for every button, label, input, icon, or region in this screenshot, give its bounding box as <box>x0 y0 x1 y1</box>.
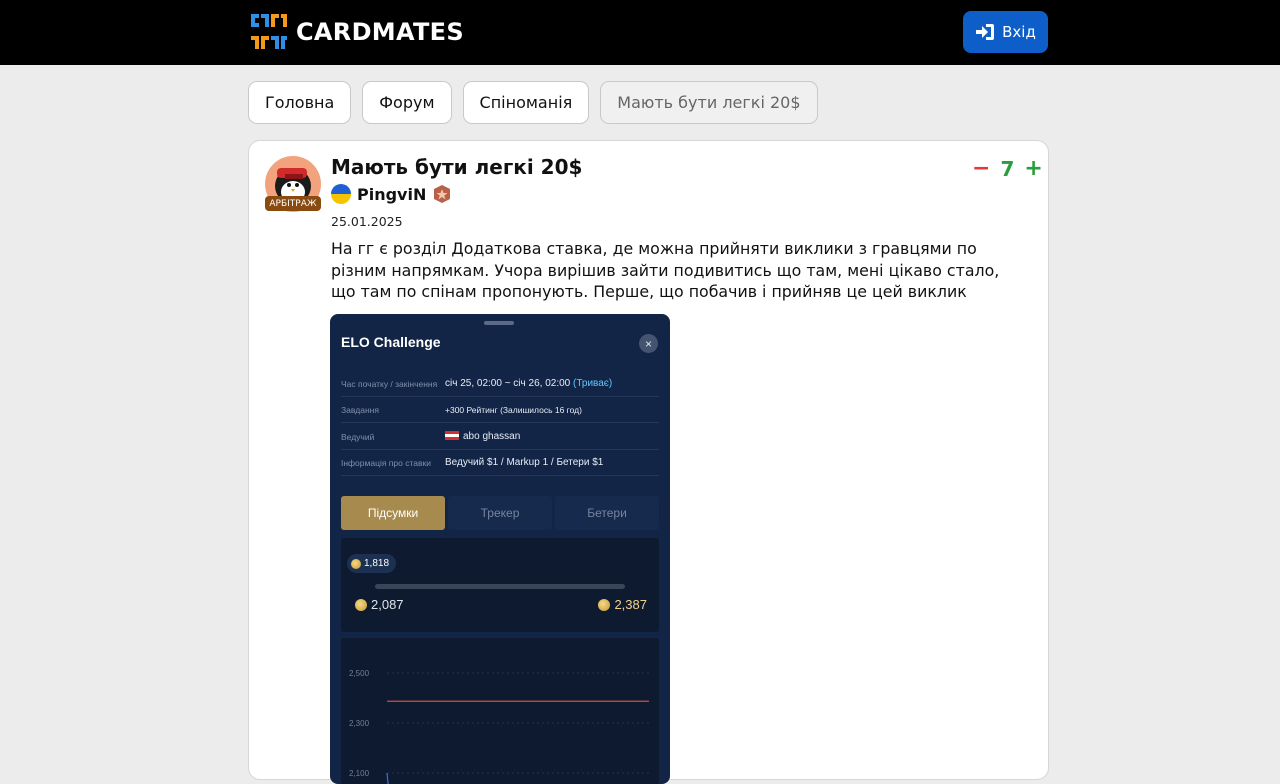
y-tick-label: 2,500 <box>349 669 370 678</box>
site-logo[interactable]: CARDMATES <box>248 10 464 54</box>
ukraine-flag-icon <box>331 184 351 204</box>
y-tick-label: 2,300 <box>349 719 370 728</box>
brand-name: CARDMATES <box>296 18 464 46</box>
coin-icon <box>351 558 361 569</box>
close-icon: × <box>639 334 658 353</box>
info-row: Ведучий abo ghassan <box>341 424 659 450</box>
screenshot-tabs: Підсумки Трекер Бетери <box>341 496 659 530</box>
sheet-handle <box>484 321 514 325</box>
rank-badge-icon <box>434 185 451 203</box>
info-label: Завдання <box>341 404 379 415</box>
rating-progress-bar <box>375 584 625 589</box>
rating-target: 2,387 <box>598 597 647 612</box>
info-label: Ведучий <box>341 431 375 442</box>
login-label: Вхід <box>1002 23 1036 41</box>
post-date: 25.01.2025 <box>331 214 403 229</box>
rating-chart: 2,500 2,300 2,100 <box>341 638 659 784</box>
post-author: PingviN <box>331 184 452 204</box>
coin-icon <box>355 598 367 611</box>
info-value-text: січ 25, 02:00 ~ січ 26, 02:00 <box>445 378 574 389</box>
tab-tracker: Трекер <box>448 496 552 530</box>
breadcrumb-home[interactable]: Головна <box>248 81 352 124</box>
info-value: січ 25, 02:00 ~ січ 26, 02:00 (Триває) <box>445 378 612 389</box>
rating-start-value: 2,087 <box>371 597 404 612</box>
challenge-title: ELO Challenge <box>341 334 441 350</box>
upvote-button[interactable]: + <box>1024 158 1042 180</box>
post-body: На гг є розділ Додаткова ставка, де можн… <box>331 239 1000 301</box>
logo-mark-icon <box>251 14 287 49</box>
y-tick-label: 2,100 <box>349 769 370 778</box>
info-value: Ведучий $1 / Markup 1 / Бетери $1 <box>445 457 604 468</box>
info-row: Інформація про ставки Ведучий $1 / Marku… <box>341 450 659 476</box>
status-badge: (Триває) <box>573 378 613 389</box>
info-row: Завдання +300 Рейтинг (Залишилось 16 год… <box>341 397 659 423</box>
coin-icon <box>598 598 611 611</box>
tab-summary: Підсумки <box>341 496 445 530</box>
breadcrumb-forum[interactable]: Форум <box>362 81 452 124</box>
info-value: abo ghassan <box>445 431 520 442</box>
rating-start: 2,087 <box>355 597 404 612</box>
current-rating: 1,818 <box>364 558 390 569</box>
post-card: АРБІТРАЖ Мають бути легкі 20$ PingviN 25… <box>248 140 1049 784</box>
login-button[interactable]: Вхід <box>963 11 1048 53</box>
top-bar: CARDMATES Вхід <box>0 0 1280 65</box>
lebanon-flag-icon <box>445 431 459 440</box>
downvote-button[interactable]: − <box>972 158 990 180</box>
sign-in-icon <box>976 24 995 40</box>
avatar-rank-badge: АРБІТРАЖ <box>265 196 321 211</box>
tab-betters: Бетери <box>555 496 659 530</box>
author-name[interactable]: PingviN <box>357 185 426 204</box>
breadcrumb-spinomania[interactable]: Спіноманія <box>462 81 590 124</box>
attached-screenshot[interactable]: ELO Challenge × Час початку / закінчення… <box>330 314 670 784</box>
rating-chart-svg: 2,500 2,300 2,100 <box>349 669 649 784</box>
info-label: Час початку / закінчення <box>341 378 438 389</box>
post-title: Мають бути легкі 20$ <box>331 155 583 179</box>
vote-score: 7 <box>1000 157 1015 181</box>
breadcrumb: Головна Форум Спіноманія Мають бути легк… <box>248 81 818 124</box>
rating-series-line <box>386 772 389 784</box>
rating-progress-panel: 1,818 2,087 2,387 <box>341 538 659 632</box>
current-rating-bubble: 1,818 <box>347 554 397 573</box>
vote-widget: − 7 + <box>972 157 1043 181</box>
breadcrumb-current: Мають бути легкі 20$ <box>600 81 818 124</box>
rating-target-value: 2,387 <box>614 597 647 612</box>
host-name: abo ghassan <box>463 431 521 442</box>
info-label: Інформація про ставки <box>341 457 431 468</box>
info-row: Час початку / закінчення січ 25, 02:00 ~… <box>341 371 659 397</box>
info-value: +300 Рейтинг (Залишилось 16 год) <box>445 404 582 415</box>
